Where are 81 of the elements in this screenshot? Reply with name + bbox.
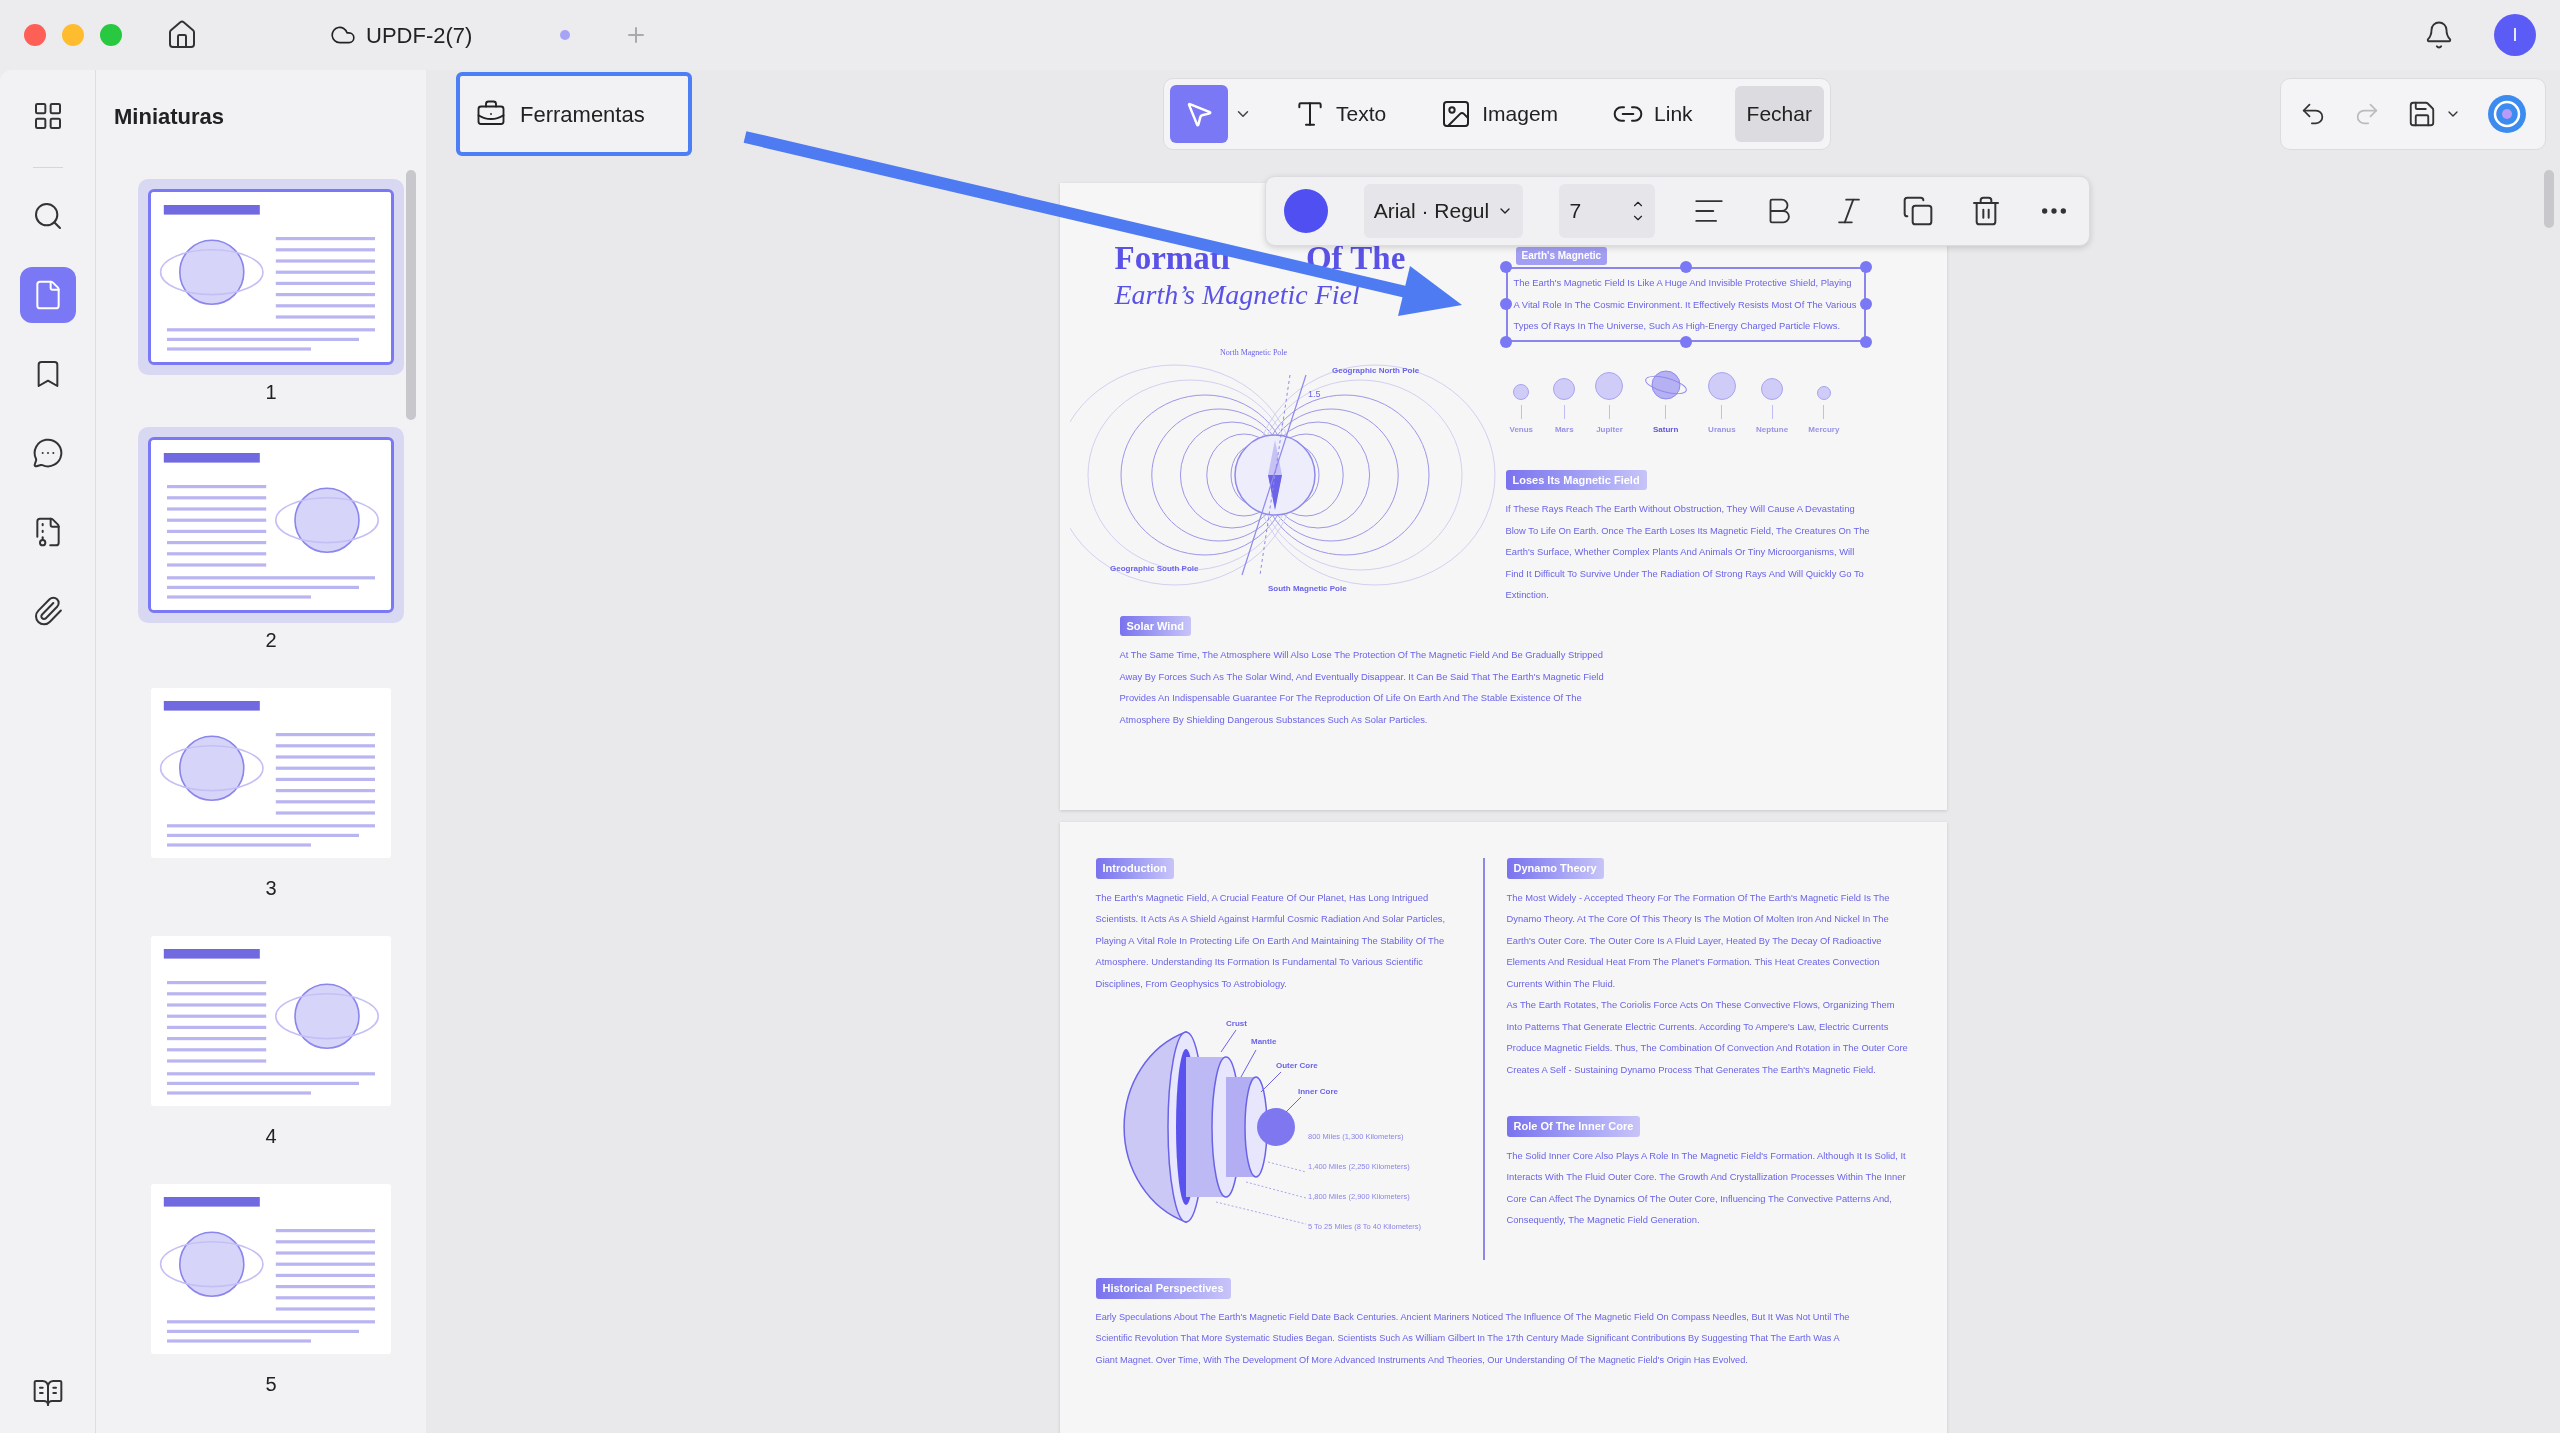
scrollbar[interactable]: [406, 170, 416, 420]
planet-label: Mars: [1554, 423, 1574, 436]
planet-label: Saturn: [1653, 423, 1679, 436]
resize-handle[interactable]: [1859, 298, 1872, 311]
selected-text-box[interactable]: [1499, 261, 1872, 348]
paragraph: The Earth's Magnetic Field, A Crucial Feature Of Our Planet, Has Long Intrigued Scientists. It Acts As A Shield Against Harmful Cosmic Radiation And Solar Particles, Playing A Vital Role In Protecting Life On Earth And Maintaining The Stability Of The Atmosphere. Understanding Its Formation Is Fundamental To Various Scientific Disciplines, From Geophysics To Astrobiology.: [1095, 890, 1447, 991]
diagram-label: Geographic North Pole: [1331, 366, 1419, 375]
section-heading: Role Of The Inner Core: [1506, 1116, 1641, 1137]
planet-label: Venus: [1509, 423, 1534, 436]
page-number: 3: [265, 877, 277, 899]
paragraph: Early Speculations About The Earth's Magnetic Field Date Back Centuries. Ancient Mariners Noticed The Influence Of The Magnetic Field On Compass Needles, But It Was Not Until The Scientific Revolution That More Systematic Studies Began. Scientists Such As William Gilbert In The 17th Century Made Significant Contributions By Suggesting That The Earth Was A Giant Magnet. Over Time, With The Development Of More Advanced Instruments And Theories, Our Understanding Of The Magnetic Field's Origin Has Evolved.: [1095, 1310, 1851, 1367]
section-heading: Historical Perspectives: [1095, 1278, 1231, 1299]
planet-icon: [1761, 377, 1784, 400]
select-tool-button[interactable]: [1170, 85, 1228, 143]
tools-button[interactable]: Ferramentas: [456, 72, 692, 156]
font-size-value: 7: [1569, 198, 1582, 225]
diagram-label: Crust: [1225, 1019, 1247, 1028]
comment-icon: [31, 437, 64, 469]
link-tool-button[interactable]: Link: [1600, 86, 1705, 142]
planet-icon: [1553, 377, 1576, 400]
font-size-field[interactable]: 7: [1559, 184, 1656, 238]
planet-icon: [1707, 371, 1736, 400]
planet-icon: [1595, 371, 1624, 400]
image-tool-button[interactable]: Imagem: [1428, 86, 1571, 142]
page-thumbnail[interactable]: [138, 427, 404, 623]
reader-icon[interactable]: [31, 1377, 64, 1409]
page-number: 2: [265, 629, 277, 651]
diagram-label: 1.5: [1307, 389, 1320, 399]
page-number: 1: [265, 381, 277, 403]
font-dropdown[interactable]: Arial · Regul: [1363, 184, 1524, 238]
scrollbar[interactable]: [2544, 170, 2554, 228]
planet-icon: [1513, 383, 1530, 400]
section-heading: Dynamo Theory: [1506, 858, 1604, 879]
section-heading: Solar Wind: [1119, 615, 1191, 636]
planet-label: Jupiter: [1596, 423, 1623, 436]
resize-handle[interactable]: [1859, 335, 1872, 348]
paragraph: The Solid Inner Core Also Plays A Role In The Magnetic Field's Formation. Although It Is Solid, It Interacts With The Fluid Outer Core. The Growth And Crystallization Processes Within The Inner Core Can Affect The Dynamics Of The Outer Core, Influencing The Convective Patterns And, Consequently, The Magnetic Field Generation.: [1506, 1148, 1907, 1227]
resize-handle[interactable]: [1679, 335, 1692, 348]
notification-bell-icon[interactable]: [2424, 20, 2454, 50]
resize-handle[interactable]: [1499, 335, 1512, 348]
diagram-label: North Magnetic Pole: [1219, 348, 1287, 357]
resize-handle[interactable]: [1679, 261, 1692, 273]
document-tab[interactable]: UPDF-2(7): [330, 9, 570, 61]
resize-handle[interactable]: [1859, 261, 1872, 273]
diagram-label: South Magnetic Pole: [1267, 584, 1347, 593]
copy-icon[interactable]: [1902, 195, 1935, 227]
close-window-button[interactable]: [24, 24, 46, 46]
avatar[interactable]: I: [2494, 14, 2536, 56]
resize-handle[interactable]: [1499, 298, 1512, 311]
page-number: 5: [265, 1373, 277, 1395]
planet-label: Mercury: [1808, 423, 1840, 436]
heading-label: Earth's Magnetic: [1515, 247, 1608, 265]
section-heading: Loses Its Magnetic Field: [1505, 469, 1647, 490]
resize-handle[interactable]: [1499, 261, 1512, 273]
page-number: 4: [265, 1125, 277, 1147]
save-icon[interactable]: [2407, 99, 2437, 129]
paragraph: The Earth's Magnetic Field Is Like A Huge And Invisible Protective Shield, Playing A Vital Role In The Cosmic Environment. It Effectively Resists Most Of The Various Types Of Rays In The Universe, Such As High-Energy Charged Particle Flows.: [1513, 276, 1858, 333]
text-tool-button[interactable]: Texto: [1282, 86, 1399, 142]
diagram-label: Mantle: [1250, 1037, 1276, 1046]
ringed-planet-icon: [1643, 369, 1688, 400]
diagram-label: Inner Core: [1297, 1087, 1338, 1096]
paragraph: If These Rays Reach The Earth Without Obstruction, They Will Cause A Devastating Blow To Life On Earth. Once The Earth Loses Its Magnetic Field, The Creatures On The Earth's Surface, Whether Complex Plants And Animals Or Tiny Microorganisms, Will Find It Difficult To Survive Under The Radiation Of Strong Rays And Will Quickly Go To Extinction.: [1505, 502, 1871, 602]
maximize-window-button[interactable]: [100, 24, 122, 46]
page-thumbnail[interactable]: [138, 179, 404, 375]
planet-label: Uranus: [1708, 423, 1736, 436]
diagram-label: Geographic South Pole: [1109, 564, 1198, 573]
close-button[interactable]: Fechar: [1734, 86, 1824, 142]
paragraph: As The Earth Rotates, The Coriolis Force Acts On These Convective Flows, Organizing Them Into Patterns That Generate Electric Currents. According To Ampere's Law, Electric Currents Produce Magnetic Fields. Thus, The Combination Of Convection And Rotation in The Outer Core Creates A Self - Sustaining Dynamo Process That Generates The Earth's Magnetic Field.: [1506, 998, 1909, 1077]
panel-title: Miniaturas: [114, 103, 226, 131]
tab-title: UPDF-2(7): [366, 21, 473, 50]
assistant-logo-icon[interactable]: [2487, 94, 2527, 134]
planet-icon: [1816, 385, 1831, 400]
home-icon[interactable]: [166, 19, 198, 51]
diagram-label: Outer Core: [1275, 1061, 1318, 1070]
color-swatch[interactable]: [1283, 189, 1328, 233]
planet-label: Neptune: [1756, 423, 1789, 436]
page-button[interactable]: [19, 267, 76, 323]
paragraph: At The Same Time, The Atmosphere Will Also Lose The Protection Of The Magnetic Field And Be Gradually Stripped Away By Forces Such As The Solar Wind, And Eventually Disappear. It Can Be Said That The Earth's Magnetic Field Provides An Indispensable Guarantee For The Reproduction Of Life On Earth And The Stable Existence Of The Atmosphere By Shielding Dangerous Substances Such As Solar Particles.: [1119, 648, 1605, 727]
page-subtitle: Earth’s Magnetic Fiel: [1114, 278, 1361, 312]
paragraph: The Most Widely - Accepted Theory For The Formation Of The Earth's Magnetic Field Is The Dynamo Theory. At The Core Of This Theory Is The Motion Of Molten Iron And Nickel In The Earth's Outer Core. The Outer Core Is A Fluid Layer, Heated By The Decay Of Radioactive Elements And Residual Heat From The Planet's Formation. This Heat Creates Convection Currents Within The Fluid.: [1506, 890, 1891, 991]
section-heading: Introduction: [1095, 858, 1174, 879]
